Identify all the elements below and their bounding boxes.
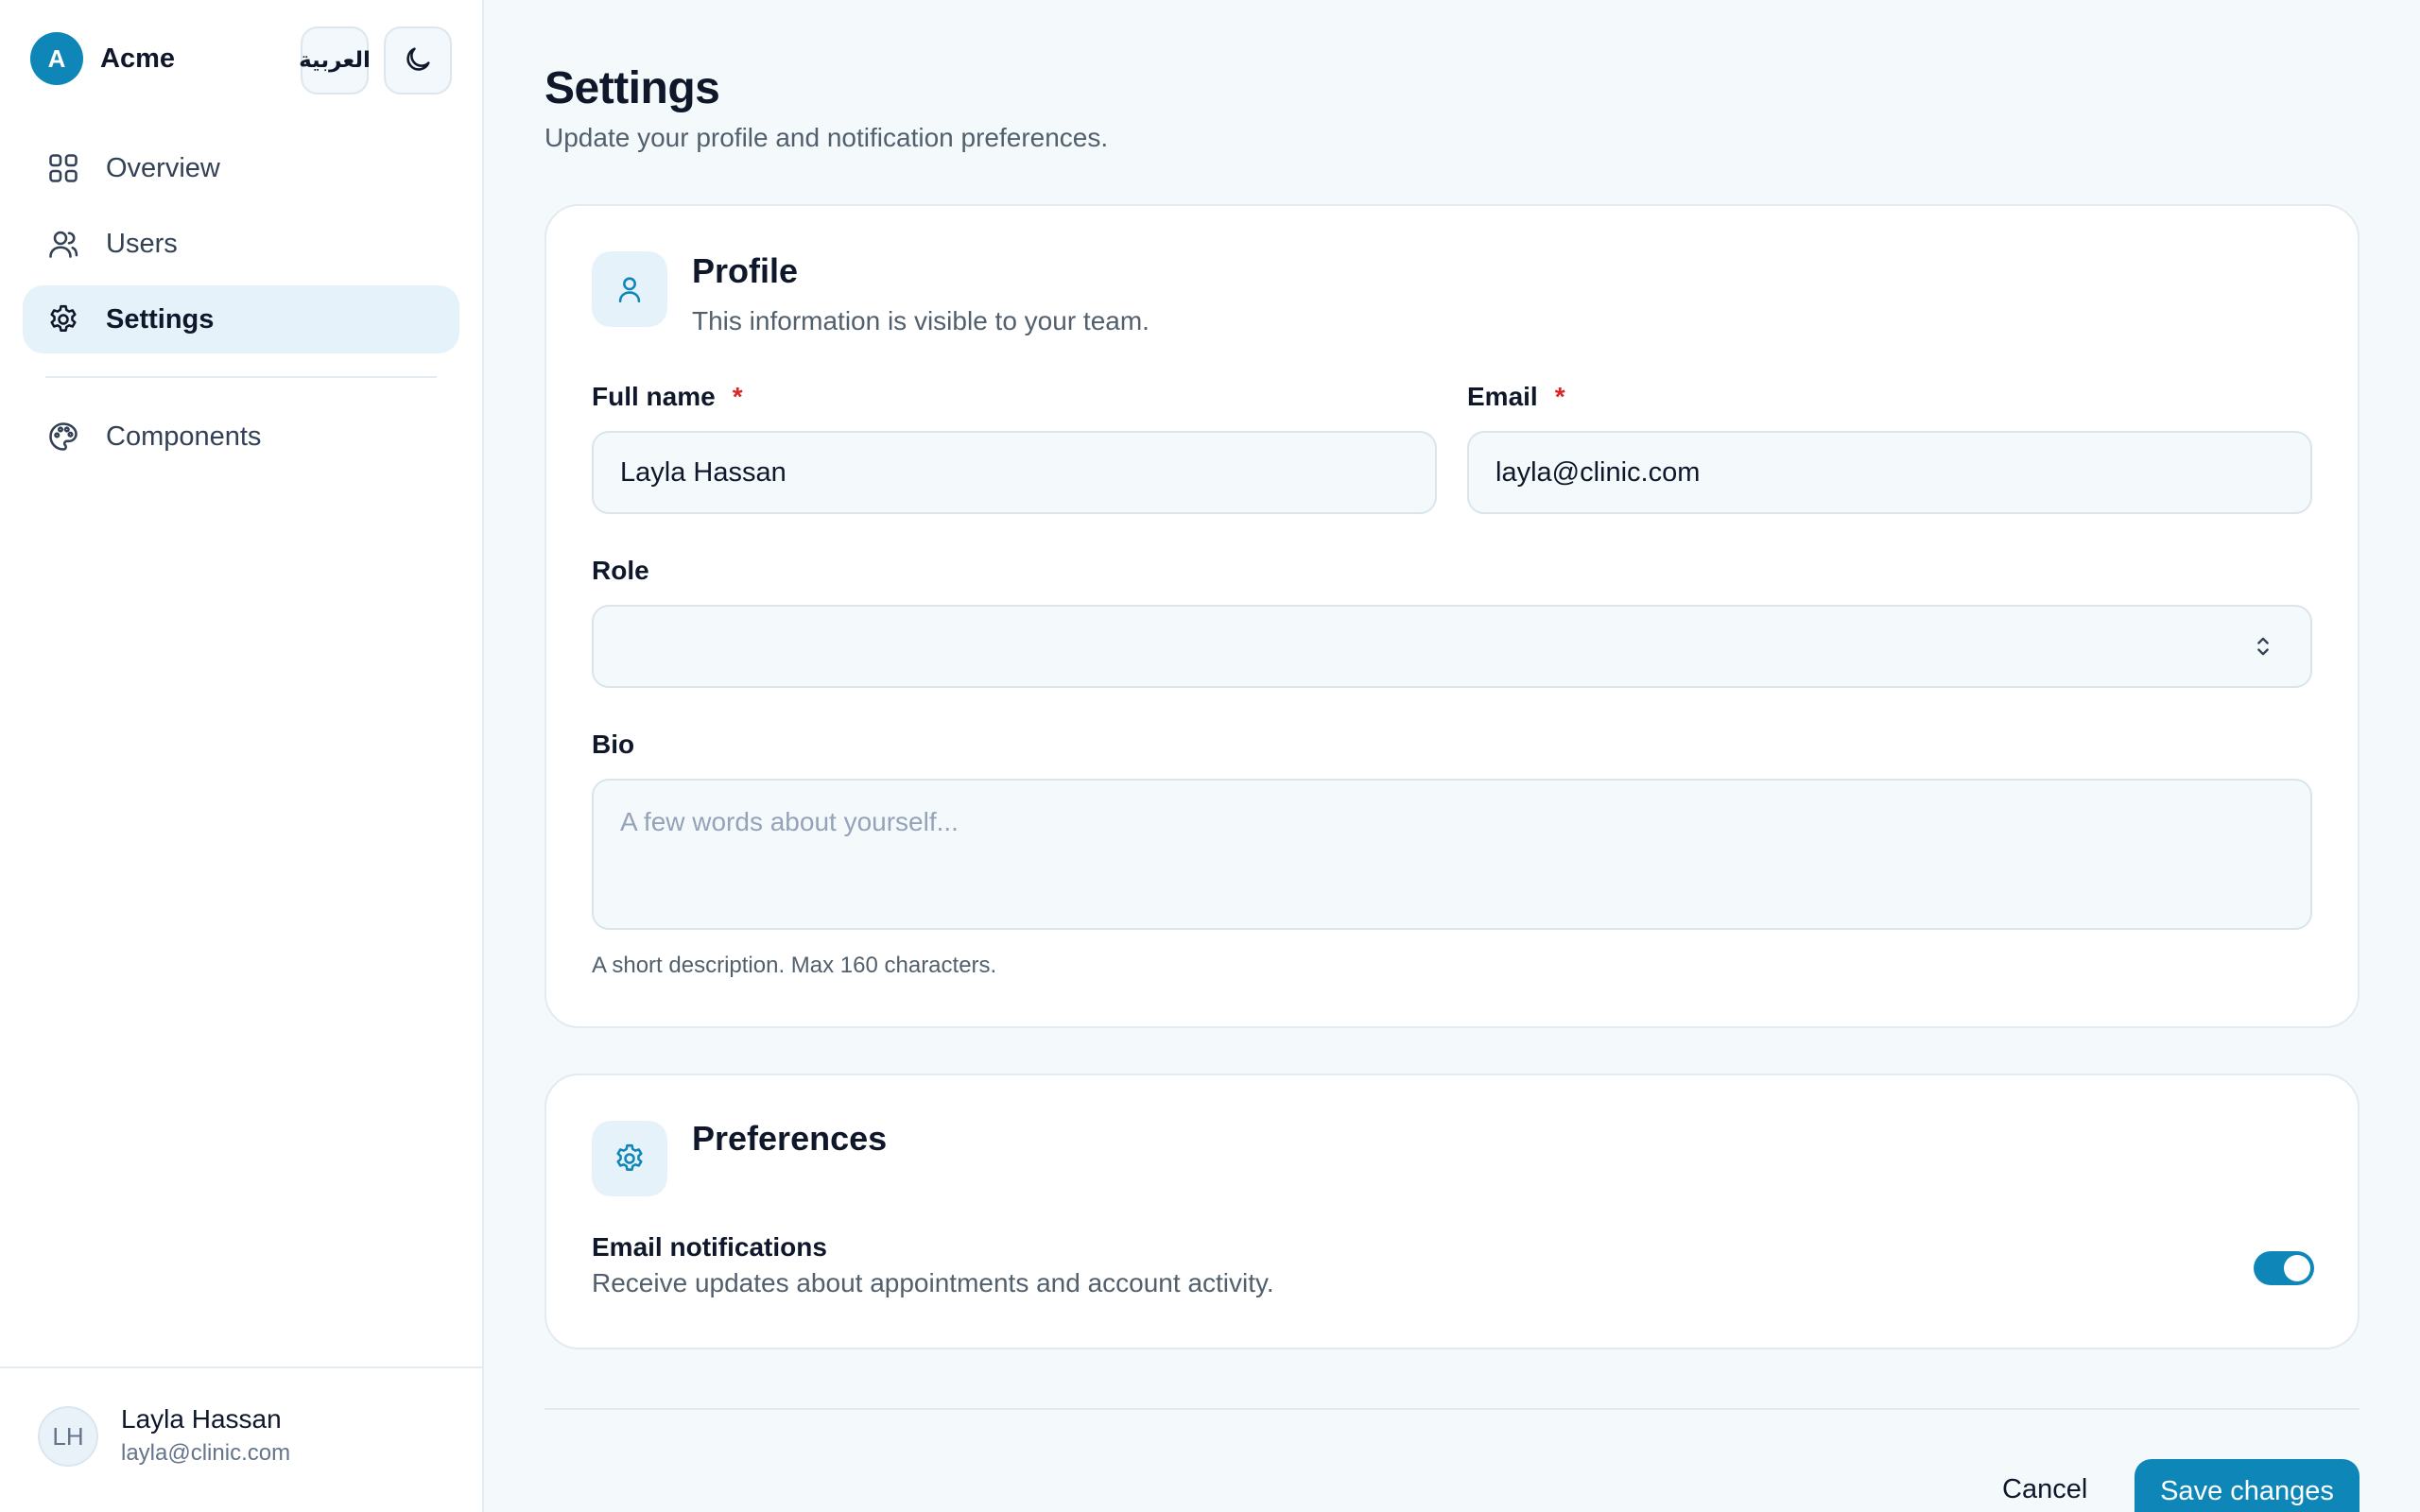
users-icon bbox=[45, 226, 81, 262]
profile-card: Profile This information is visible to y… bbox=[544, 204, 2360, 1028]
profile-title: Profile bbox=[692, 251, 799, 290]
chevron-up-down-icon bbox=[2250, 633, 2276, 667]
sidebar-item-settings[interactable]: Settings bbox=[23, 285, 459, 353]
role-label: Role bbox=[592, 556, 649, 585]
sidebar-item-overview[interactable]: Overview bbox=[23, 134, 459, 202]
moon-icon bbox=[402, 43, 434, 78]
full-name-label: Full name * bbox=[592, 382, 743, 411]
user-email: layla@clinic.com bbox=[121, 1440, 291, 1466]
bio-hint: A short description. Max 160 characters. bbox=[592, 953, 997, 978]
nav-divider bbox=[45, 376, 437, 378]
grid-icon bbox=[45, 150, 81, 186]
sidebar-item-label: Settings bbox=[106, 303, 215, 335]
sidebar-item-label: Users bbox=[106, 228, 178, 259]
email-label: Email * bbox=[1467, 382, 1565, 411]
email-notifications-label: Email notifications bbox=[592, 1232, 827, 1262]
email-notifications-toggle[interactable] bbox=[2254, 1251, 2314, 1285]
theme-toggle-button[interactable] bbox=[384, 26, 452, 94]
email-input[interactable]: layla@clinic.com bbox=[1467, 431, 2312, 514]
sidebar-item-label: Components bbox=[106, 421, 262, 452]
bio-label: Bio bbox=[592, 730, 635, 759]
preferences-title: Preferences bbox=[692, 1119, 888, 1158]
sidebar: A Acme العربية Overview Users Settings C… bbox=[0, 0, 484, 1512]
user-icon bbox=[592, 251, 667, 327]
sidebar-item-components[interactable]: Components bbox=[23, 403, 459, 471]
brand-name: Acme bbox=[100, 43, 175, 74]
user-name: Layla Hassan bbox=[121, 1404, 282, 1434]
gear-icon bbox=[592, 1121, 667, 1196]
required-mark: * bbox=[732, 382, 743, 411]
cancel-button[interactable]: Cancel bbox=[1981, 1452, 2108, 1512]
profile-description: This information is visible to your team… bbox=[692, 306, 1150, 335]
full-name-input[interactable]: Layla Hassan bbox=[592, 431, 1437, 514]
footer-divider bbox=[544, 1408, 2360, 1410]
preferences-card: Preferences Email notifications Receive … bbox=[544, 1074, 2360, 1349]
email-notifications-description: Receive updates about appointments and a… bbox=[592, 1268, 1274, 1297]
sidebar-item-users[interactable]: Users bbox=[23, 210, 459, 278]
sidebar-item-label: Overview bbox=[106, 152, 220, 183]
save-button[interactable]: Save changes bbox=[2135, 1459, 2360, 1512]
language-toggle-button[interactable]: العربية bbox=[299, 26, 371, 94]
toggle-knob bbox=[2284, 1255, 2310, 1281]
avatar: LH bbox=[38, 1406, 98, 1467]
bio-textarea[interactable]: A few words about yourself... bbox=[592, 779, 2312, 930]
required-mark: * bbox=[1554, 382, 1565, 411]
brand-logo: A bbox=[30, 32, 83, 85]
role-select[interactable] bbox=[592, 605, 2312, 688]
brand[interactable]: A Acme bbox=[30, 32, 175, 85]
page-title: Settings bbox=[544, 63, 720, 113]
sidebar-nav: Overview Users Settings Components bbox=[23, 134, 459, 478]
palette-icon bbox=[45, 419, 81, 455]
gear-icon bbox=[45, 301, 81, 337]
page-subtitle: Update your profile and notification pre… bbox=[544, 123, 1109, 152]
user-profile[interactable]: LH Layla Hassan layla@clinic.com bbox=[0, 1366, 482, 1512]
